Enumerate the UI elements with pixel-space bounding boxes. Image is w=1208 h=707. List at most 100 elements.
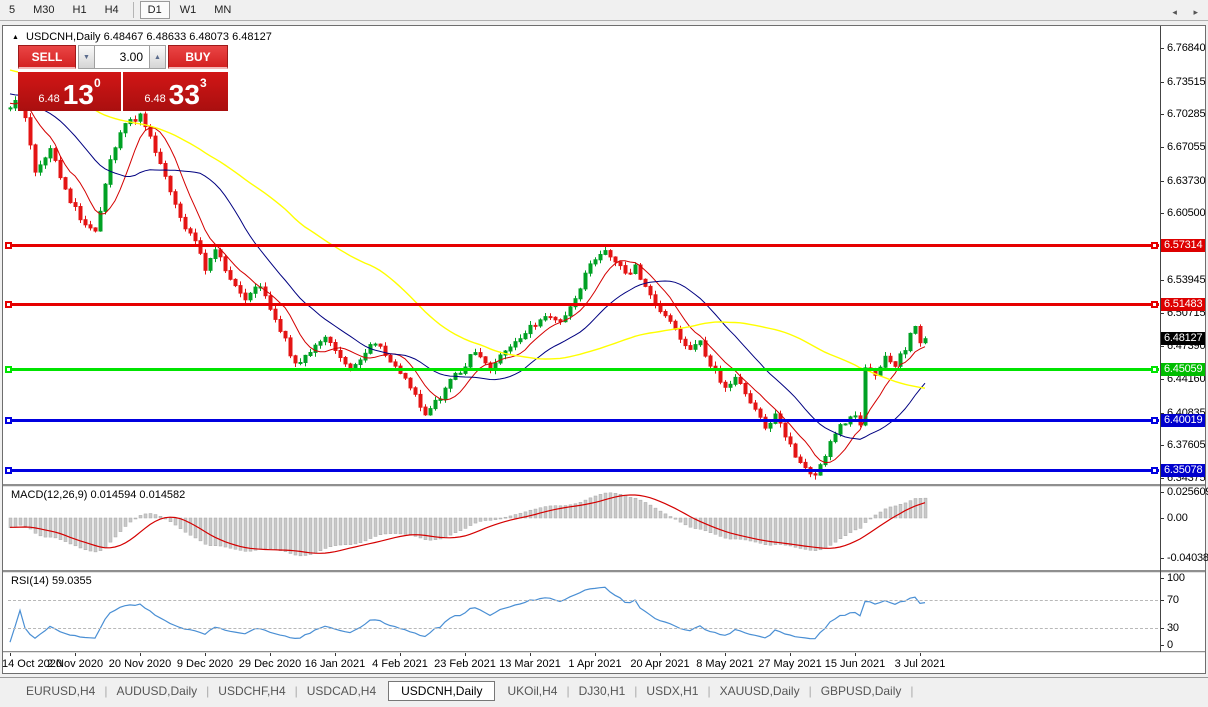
rsi-pane-separator[interactable] bbox=[3, 570, 1205, 573]
price-tick-label: 6.70285 bbox=[1167, 108, 1205, 120]
price-level-line[interactable] bbox=[8, 419, 1159, 422]
rsi-tick-label: 30 bbox=[1167, 622, 1179, 634]
level-price-label: 6.57314 bbox=[1161, 239, 1205, 252]
level-right-marker[interactable] bbox=[1151, 301, 1158, 308]
chart-window[interactable] bbox=[2, 25, 1206, 674]
tab-separator: | bbox=[295, 684, 298, 698]
date-tick-label: 29 Dec 2020 bbox=[239, 658, 301, 670]
tab-xauusd-daily[interactable]: XAUUSD,Daily bbox=[712, 682, 808, 700]
rsi-tick-label: 100 bbox=[1167, 572, 1185, 584]
date-tick-label: 23 Feb 2021 bbox=[434, 658, 496, 670]
price-tick-label: 6.67055 bbox=[1167, 141, 1205, 153]
tab-usdchf-h4[interactable]: USDCHF,H4 bbox=[210, 682, 293, 700]
collapse-panel-icon[interactable]: ▲ bbox=[12, 34, 19, 41]
timeframe-button-w1[interactable]: W1 bbox=[172, 1, 205, 19]
buy-price-prefix: 6.48 bbox=[144, 93, 165, 109]
tab-scroll-right-icon[interactable]: ▸ bbox=[1193, 7, 1198, 17]
sell-price-display[interactable]: 6.48 13 0 bbox=[18, 72, 121, 111]
tab-usdcad-h4[interactable]: USDCAD,H4 bbox=[299, 682, 384, 700]
price-level-line[interactable] bbox=[8, 244, 1159, 247]
macd-tick-label: 0.00 bbox=[1167, 512, 1188, 524]
buy-button[interactable]: BUY bbox=[168, 45, 228, 69]
date-tick-label: 9 Dec 2020 bbox=[177, 658, 233, 670]
macd-tick-label: 0.025609 bbox=[1167, 486, 1208, 498]
timeframe-button-h4[interactable]: H4 bbox=[97, 1, 127, 19]
level-right-marker[interactable] bbox=[1151, 467, 1158, 474]
price-tick-label: 6.60500 bbox=[1167, 207, 1205, 219]
arrow-down-icon: ▼ bbox=[83, 54, 90, 61]
price-level-line[interactable] bbox=[8, 469, 1159, 472]
tab-gbpusd-daily[interactable]: GBPUSD,Daily bbox=[813, 682, 910, 700]
date-tick-label: 20 Apr 2021 bbox=[630, 658, 689, 670]
chart-header: ▲ USDCNH,Daily 6.48467 6.48633 6.48073 6… bbox=[12, 31, 272, 43]
date-tick-label: 15 Jun 2021 bbox=[825, 658, 886, 670]
tab-separator: | bbox=[809, 684, 812, 698]
buy-price-display[interactable]: 6.48 33 3 bbox=[123, 72, 228, 111]
level-price-label: 6.40019 bbox=[1161, 414, 1205, 427]
price-tick-label: 6.37605 bbox=[1167, 439, 1205, 451]
tab-dj30-h1[interactable]: DJ30,H1 bbox=[571, 682, 634, 700]
arrow-up-icon: ▲ bbox=[154, 54, 161, 61]
tab-separator: | bbox=[910, 684, 913, 698]
volume-decrease-button[interactable]: ▼ bbox=[78, 45, 95, 69]
date-tick-label: 2 Nov 2020 bbox=[47, 658, 103, 670]
tab-usdx-h1[interactable]: USDX,H1 bbox=[638, 682, 706, 700]
timeframe-button-mn[interactable]: MN bbox=[206, 1, 239, 19]
volume-increase-button[interactable]: ▲ bbox=[149, 45, 166, 69]
tab-eurusd-h4[interactable]: EURUSD,H4 bbox=[18, 682, 103, 700]
sell-price-main: 13 bbox=[63, 82, 94, 109]
price-level-line[interactable] bbox=[8, 368, 1159, 371]
terminal-screen: 5M30H1H4 D1W1MN ▲ USDCNH,Daily 6.48467 6.… bbox=[0, 0, 1208, 707]
timeframe-button-m30[interactable]: M30 bbox=[25, 1, 62, 19]
rsi-level-dashed-line bbox=[8, 600, 1158, 601]
level-price-label: 6.51483 bbox=[1161, 298, 1205, 311]
rsi-tick-label: 0 bbox=[1167, 639, 1173, 651]
macd-indicator-label: MACD(12,26,9) 0.014594 0.014582 bbox=[11, 489, 185, 501]
timeframe-button-h1[interactable]: H1 bbox=[65, 1, 95, 19]
level-left-marker[interactable] bbox=[5, 301, 12, 308]
symbol-ohlc-text: USDCNH,Daily 6.48467 6.48633 6.48073 6.4… bbox=[26, 31, 272, 43]
level-right-marker[interactable] bbox=[1151, 366, 1158, 373]
tab-separator: | bbox=[206, 684, 209, 698]
tab-separator: | bbox=[566, 684, 569, 698]
tab-separator: | bbox=[707, 684, 710, 698]
rsi-indicator-label: RSI(14) 59.0355 bbox=[11, 575, 92, 587]
date-tick-label: 16 Jan 2021 bbox=[305, 658, 366, 670]
chart-tab-bar: EURUSD,H4|AUDUSD,Daily|USDCHF,H4|USDCAD,… bbox=[0, 677, 1208, 703]
tab-audusd-daily[interactable]: AUDUSD,Daily bbox=[108, 682, 205, 700]
timeframe-toolbar: 5M30H1H4 D1W1MN bbox=[0, 0, 1208, 21]
level-right-marker[interactable] bbox=[1151, 242, 1158, 249]
level-left-marker[interactable] bbox=[5, 467, 12, 474]
date-tick-label: 1 Apr 2021 bbox=[568, 658, 621, 670]
price-tick-label: 6.76840 bbox=[1167, 42, 1205, 54]
price-tick-label: 6.73515 bbox=[1167, 76, 1205, 88]
level-left-marker[interactable] bbox=[5, 366, 12, 373]
date-tick-label: 4 Feb 2021 bbox=[372, 658, 428, 670]
current-price-label: 6.48127 bbox=[1161, 332, 1205, 345]
level-right-marker[interactable] bbox=[1151, 417, 1158, 424]
price-level-line[interactable] bbox=[8, 303, 1159, 306]
level-left-marker[interactable] bbox=[5, 417, 12, 424]
buy-price-pip: 3 bbox=[200, 76, 207, 90]
macd-pane-separator[interactable] bbox=[3, 484, 1205, 487]
date-tick-label: 8 May 2021 bbox=[696, 658, 753, 670]
date-tick-label: 3 Jul 2021 bbox=[895, 658, 946, 670]
timeframe-button-5[interactable]: 5 bbox=[1, 1, 23, 19]
sell-price-pip: 0 bbox=[94, 76, 101, 90]
price-tick-label: 6.53945 bbox=[1167, 274, 1205, 286]
sell-price-prefix: 6.48 bbox=[38, 93, 59, 109]
tab-separator: | bbox=[104, 684, 107, 698]
date-tick-label: 20 Nov 2020 bbox=[109, 658, 171, 670]
sell-button[interactable]: SELL bbox=[18, 45, 76, 69]
level-left-marker[interactable] bbox=[5, 242, 12, 249]
macd-tick-label: -0.040386 bbox=[1167, 552, 1208, 564]
tab-usdcnh-daily[interactable]: USDCNH,Daily bbox=[388, 681, 495, 701]
price-tick-label: 6.63730 bbox=[1167, 175, 1205, 187]
tab-ukoil-h4[interactable]: UKOil,H4 bbox=[499, 682, 565, 700]
level-price-label: 6.35078 bbox=[1161, 464, 1205, 477]
one-click-trading-panel: SELL ▼ 3.00 ▲ BUY 6.48 13 0 6.48 33 3 bbox=[18, 45, 228, 111]
tab-scroll-left-icon[interactable]: ◂ bbox=[1172, 7, 1177, 17]
rsi-tick-label: 70 bbox=[1167, 594, 1179, 606]
volume-input[interactable]: 3.00 bbox=[95, 45, 149, 69]
timeframe-button-d1[interactable]: D1 bbox=[140, 1, 170, 19]
